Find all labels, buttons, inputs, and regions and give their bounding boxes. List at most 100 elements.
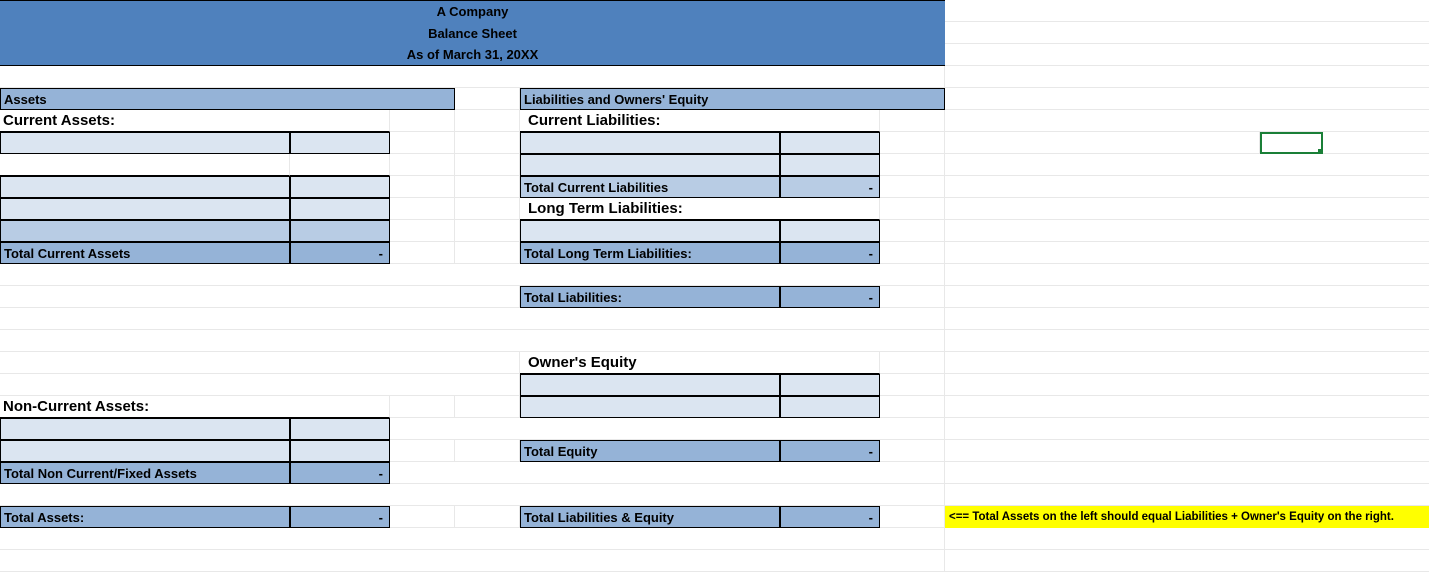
blank-cell[interactable] bbox=[945, 220, 1429, 242]
blank-cell[interactable] bbox=[945, 396, 1429, 418]
blank-cell[interactable] bbox=[455, 506, 520, 528]
blank-cell[interactable] bbox=[0, 352, 520, 374]
input-cell[interactable] bbox=[290, 220, 390, 242]
blank-cell[interactable] bbox=[455, 176, 520, 198]
spreadsheet-grid[interactable]: A Company Balance Sheet As of March 31, … bbox=[0, 0, 1429, 572]
blank-cell[interactable] bbox=[0, 374, 520, 396]
blank-cell[interactable] bbox=[880, 198, 945, 220]
blank-cell[interactable] bbox=[390, 176, 455, 198]
input-cell[interactable] bbox=[520, 154, 780, 176]
blank-cell[interactable] bbox=[945, 528, 1429, 550]
blank-cell[interactable] bbox=[880, 440, 945, 462]
label-long-term-liab: Long Term Liabilities: bbox=[520, 198, 880, 220]
blank-cell[interactable] bbox=[390, 110, 455, 132]
blank-cell[interactable] bbox=[880, 154, 945, 176]
blank-cell[interactable] bbox=[0, 308, 945, 330]
blank-cell[interactable] bbox=[945, 44, 1429, 66]
blank-cell[interactable] bbox=[880, 396, 945, 418]
input-cell[interactable] bbox=[0, 154, 290, 176]
blank-cell[interactable] bbox=[945, 440, 1429, 462]
input-cell[interactable] bbox=[520, 396, 780, 418]
input-cell[interactable] bbox=[290, 418, 390, 440]
input-cell[interactable] bbox=[0, 132, 290, 154]
blank-cell[interactable] bbox=[0, 66, 945, 88]
blank-cell[interactable] bbox=[945, 330, 1429, 352]
blank-cell[interactable] bbox=[0, 264, 945, 286]
input-cell[interactable] bbox=[520, 220, 780, 242]
input-cell[interactable] bbox=[290, 132, 390, 154]
blank-cell[interactable] bbox=[945, 286, 1429, 308]
input-cell[interactable] bbox=[290, 440, 390, 462]
input-cell[interactable] bbox=[0, 418, 290, 440]
blank-cell[interactable] bbox=[455, 220, 520, 242]
blank-cell[interactable] bbox=[945, 484, 1429, 506]
input-cell[interactable] bbox=[780, 220, 880, 242]
input-cell[interactable] bbox=[520, 374, 780, 396]
blank-cell[interactable] bbox=[945, 110, 1429, 132]
blank-cell[interactable] bbox=[880, 506, 945, 528]
input-cell[interactable] bbox=[780, 132, 880, 154]
blank-cell[interactable] bbox=[455, 440, 520, 462]
input-cell[interactable] bbox=[0, 198, 290, 220]
blank-cell[interactable] bbox=[390, 220, 455, 242]
blank-cell[interactable] bbox=[945, 352, 1429, 374]
blank-cell[interactable] bbox=[455, 88, 520, 110]
blank-cell[interactable] bbox=[455, 396, 520, 418]
input-cell[interactable] bbox=[520, 132, 780, 154]
blank-cell[interactable] bbox=[0, 528, 945, 550]
blank-cell[interactable] bbox=[880, 374, 945, 396]
input-cell[interactable] bbox=[0, 440, 290, 462]
blank-cell[interactable] bbox=[390, 506, 455, 528]
blank-cell[interactable] bbox=[945, 264, 1429, 286]
blank-cell[interactable] bbox=[455, 198, 520, 220]
input-cell[interactable] bbox=[780, 374, 880, 396]
blank-cell[interactable] bbox=[945, 88, 1429, 110]
blank-cell[interactable] bbox=[945, 0, 1429, 22]
input-cell[interactable] bbox=[290, 176, 390, 198]
blank-cell[interactable] bbox=[0, 330, 945, 352]
blank-cell[interactable] bbox=[945, 176, 1429, 198]
blank-cell[interactable] bbox=[945, 154, 1429, 176]
blank-cell[interactable] bbox=[390, 242, 455, 264]
blank-cell[interactable] bbox=[455, 132, 520, 154]
blank-cell[interactable] bbox=[390, 132, 455, 154]
blank-cell[interactable] bbox=[945, 462, 1429, 484]
value-total-assets: - bbox=[290, 506, 390, 528]
blank-cell[interactable] bbox=[390, 396, 455, 418]
blank-cell[interactable] bbox=[945, 308, 1429, 330]
blank-cell[interactable] bbox=[0, 550, 945, 572]
selected-cell[interactable] bbox=[1260, 132, 1323, 154]
input-cell[interactable] bbox=[290, 154, 390, 176]
blank-cell[interactable] bbox=[880, 286, 945, 308]
blank-cell[interactable] bbox=[945, 374, 1429, 396]
blank-cell[interactable] bbox=[455, 242, 520, 264]
input-cell[interactable] bbox=[0, 176, 290, 198]
input-cell[interactable] bbox=[290, 198, 390, 220]
blank-cell[interactable] bbox=[390, 462, 945, 484]
blank-cell[interactable] bbox=[455, 110, 520, 132]
blank-cell[interactable] bbox=[1323, 132, 1429, 154]
blank-cell[interactable] bbox=[880, 176, 945, 198]
blank-cell[interactable] bbox=[945, 198, 1429, 220]
blank-cell[interactable] bbox=[945, 418, 1429, 440]
blank-cell[interactable] bbox=[880, 110, 945, 132]
blank-cell[interactable] bbox=[945, 242, 1429, 264]
blank-cell[interactable] bbox=[390, 440, 455, 462]
blank-cell[interactable] bbox=[455, 154, 520, 176]
blank-cell[interactable] bbox=[390, 418, 945, 440]
blank-cell[interactable] bbox=[945, 66, 1429, 88]
blank-cell[interactable] bbox=[390, 198, 455, 220]
blank-cell[interactable] bbox=[880, 352, 945, 374]
blank-cell[interactable] bbox=[880, 220, 945, 242]
blank-cell[interactable] bbox=[0, 484, 945, 506]
blank-cell[interactable] bbox=[0, 286, 520, 308]
input-cell[interactable] bbox=[780, 154, 880, 176]
input-cell[interactable] bbox=[0, 220, 290, 242]
input-cell[interactable] bbox=[780, 396, 880, 418]
blank-cell[interactable] bbox=[945, 550, 1429, 572]
blank-cell[interactable] bbox=[945, 132, 1260, 154]
blank-cell[interactable] bbox=[880, 132, 945, 154]
blank-cell[interactable] bbox=[390, 154, 455, 176]
blank-cell[interactable] bbox=[945, 22, 1429, 44]
blank-cell[interactable] bbox=[880, 242, 945, 264]
